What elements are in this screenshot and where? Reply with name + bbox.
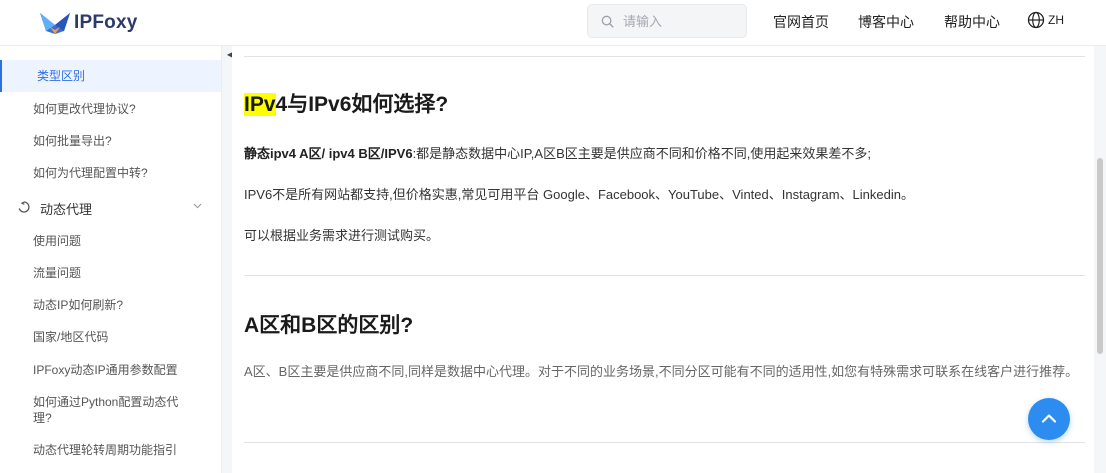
paragraph-ipv6-support: IPV6不是所有网站都支持,但价格实惠,常见可用平台 Google、Facebo… — [244, 187, 914, 202]
sidebar-item-country-codes[interactable]: 国家/地区代码 — [0, 329, 221, 345]
divider — [244, 275, 1085, 276]
language-label: ZH — [1048, 13, 1064, 27]
sidebar-item-usage-issues[interactable]: 使用问题 — [0, 233, 221, 249]
back-to-top-button[interactable] — [1028, 398, 1070, 440]
chevron-down-icon — [193, 203, 202, 209]
paragraph-test-purchase: 可以根据业务需求进行测试购买。 — [244, 228, 440, 243]
section-title-a-b-difference: A区和B区的区别? — [244, 314, 414, 337]
fox-logo-icon — [40, 13, 70, 34]
nav-blog[interactable]: 博客中心 — [858, 12, 914, 32]
paragraph-static-ip: 静态ipv4 A区/ ipv4 B区/IPV6:都是静态数据中心IP,A区B区主… — [244, 144, 871, 164]
title-highlight: IPv — [244, 93, 276, 116]
sidebar-item-configure-relay[interactable]: 如何为代理配置中转? — [0, 165, 221, 181]
sidebar-section-label: 动态代理 — [40, 202, 93, 217]
logo-text: IPFoxy — [74, 12, 138, 33]
section-title-ipv4-ipv6: IPv4与IPv6如何选择? — [244, 90, 448, 120]
nav-help[interactable]: 帮助中心 — [944, 12, 1000, 32]
search-icon — [601, 15, 614, 28]
language-switcher[interactable]: ZH — [1027, 11, 1064, 29]
top-header: IPFoxy 官网首页 博客中心 帮助中心 ZH — [0, 0, 1106, 46]
sidebar-item-refresh-ip[interactable]: 动态IP如何刷新? — [0, 297, 221, 313]
dynamic-proxy-icon — [18, 201, 30, 213]
sidebar-item-traffic-issues[interactable]: 流量问题 — [0, 265, 221, 281]
sidebar-item-batch-export[interactable]: 如何批量导出? — [0, 133, 221, 149]
sidebar-section-dynamic-proxy[interactable]: 动态代理 — [0, 195, 221, 219]
sidebar-item-change-protocol[interactable]: 如何更改代理协议? — [0, 101, 221, 117]
sidebar-item-general-params[interactable]: IPFoxy动态IP通用参数配置 — [0, 362, 221, 378]
paragraph-bold: 静态ipv4 A区/ ipv4 B区/IPV6 — [244, 146, 413, 161]
chevron-up-icon — [1041, 414, 1057, 423]
sidebar: 类型区别 如何更改代理协议? 如何批量导出? 如何为代理配置中转? 动态代理 使… — [0, 46, 222, 473]
divider — [244, 56, 1085, 57]
search-box[interactable] — [587, 4, 747, 38]
title-rest: 4与IPv6如何选择? — [275, 93, 449, 116]
nav-home[interactable]: 官网首页 — [773, 12, 829, 32]
main-content: IPv4与IPv6如何选择? 静态ipv4 A区/ ipv4 B区/IPV6:都… — [232, 46, 1094, 473]
sidebar-item-type-difference[interactable]: 类型区别 — [0, 60, 221, 92]
logo[interactable]: IPFoxy — [38, 9, 138, 37]
globe-icon — [1027, 11, 1045, 29]
scrollbar[interactable] — [1094, 46, 1106, 473]
divider — [244, 442, 1085, 443]
search-input[interactable] — [621, 12, 735, 30]
paragraph-a-b-difference: A区、B区主要是供应商不同,同样是数据中心代理。对于不同的业务场景,不同分区可能… — [244, 364, 1079, 379]
sidebar-item-rotation-guide[interactable]: 动态代理轮转周期功能指引 — [0, 442, 221, 458]
scrollbar-thumb[interactable] — [1097, 158, 1103, 354]
sidebar-item-python-config[interactable]: 如何通过Python配置动态代理? — [0, 394, 190, 426]
paragraph-text: :都是静态数据中心IP,A区B区主要是供应商不同和价格不同,使用起来效果差不多; — [412, 146, 871, 161]
